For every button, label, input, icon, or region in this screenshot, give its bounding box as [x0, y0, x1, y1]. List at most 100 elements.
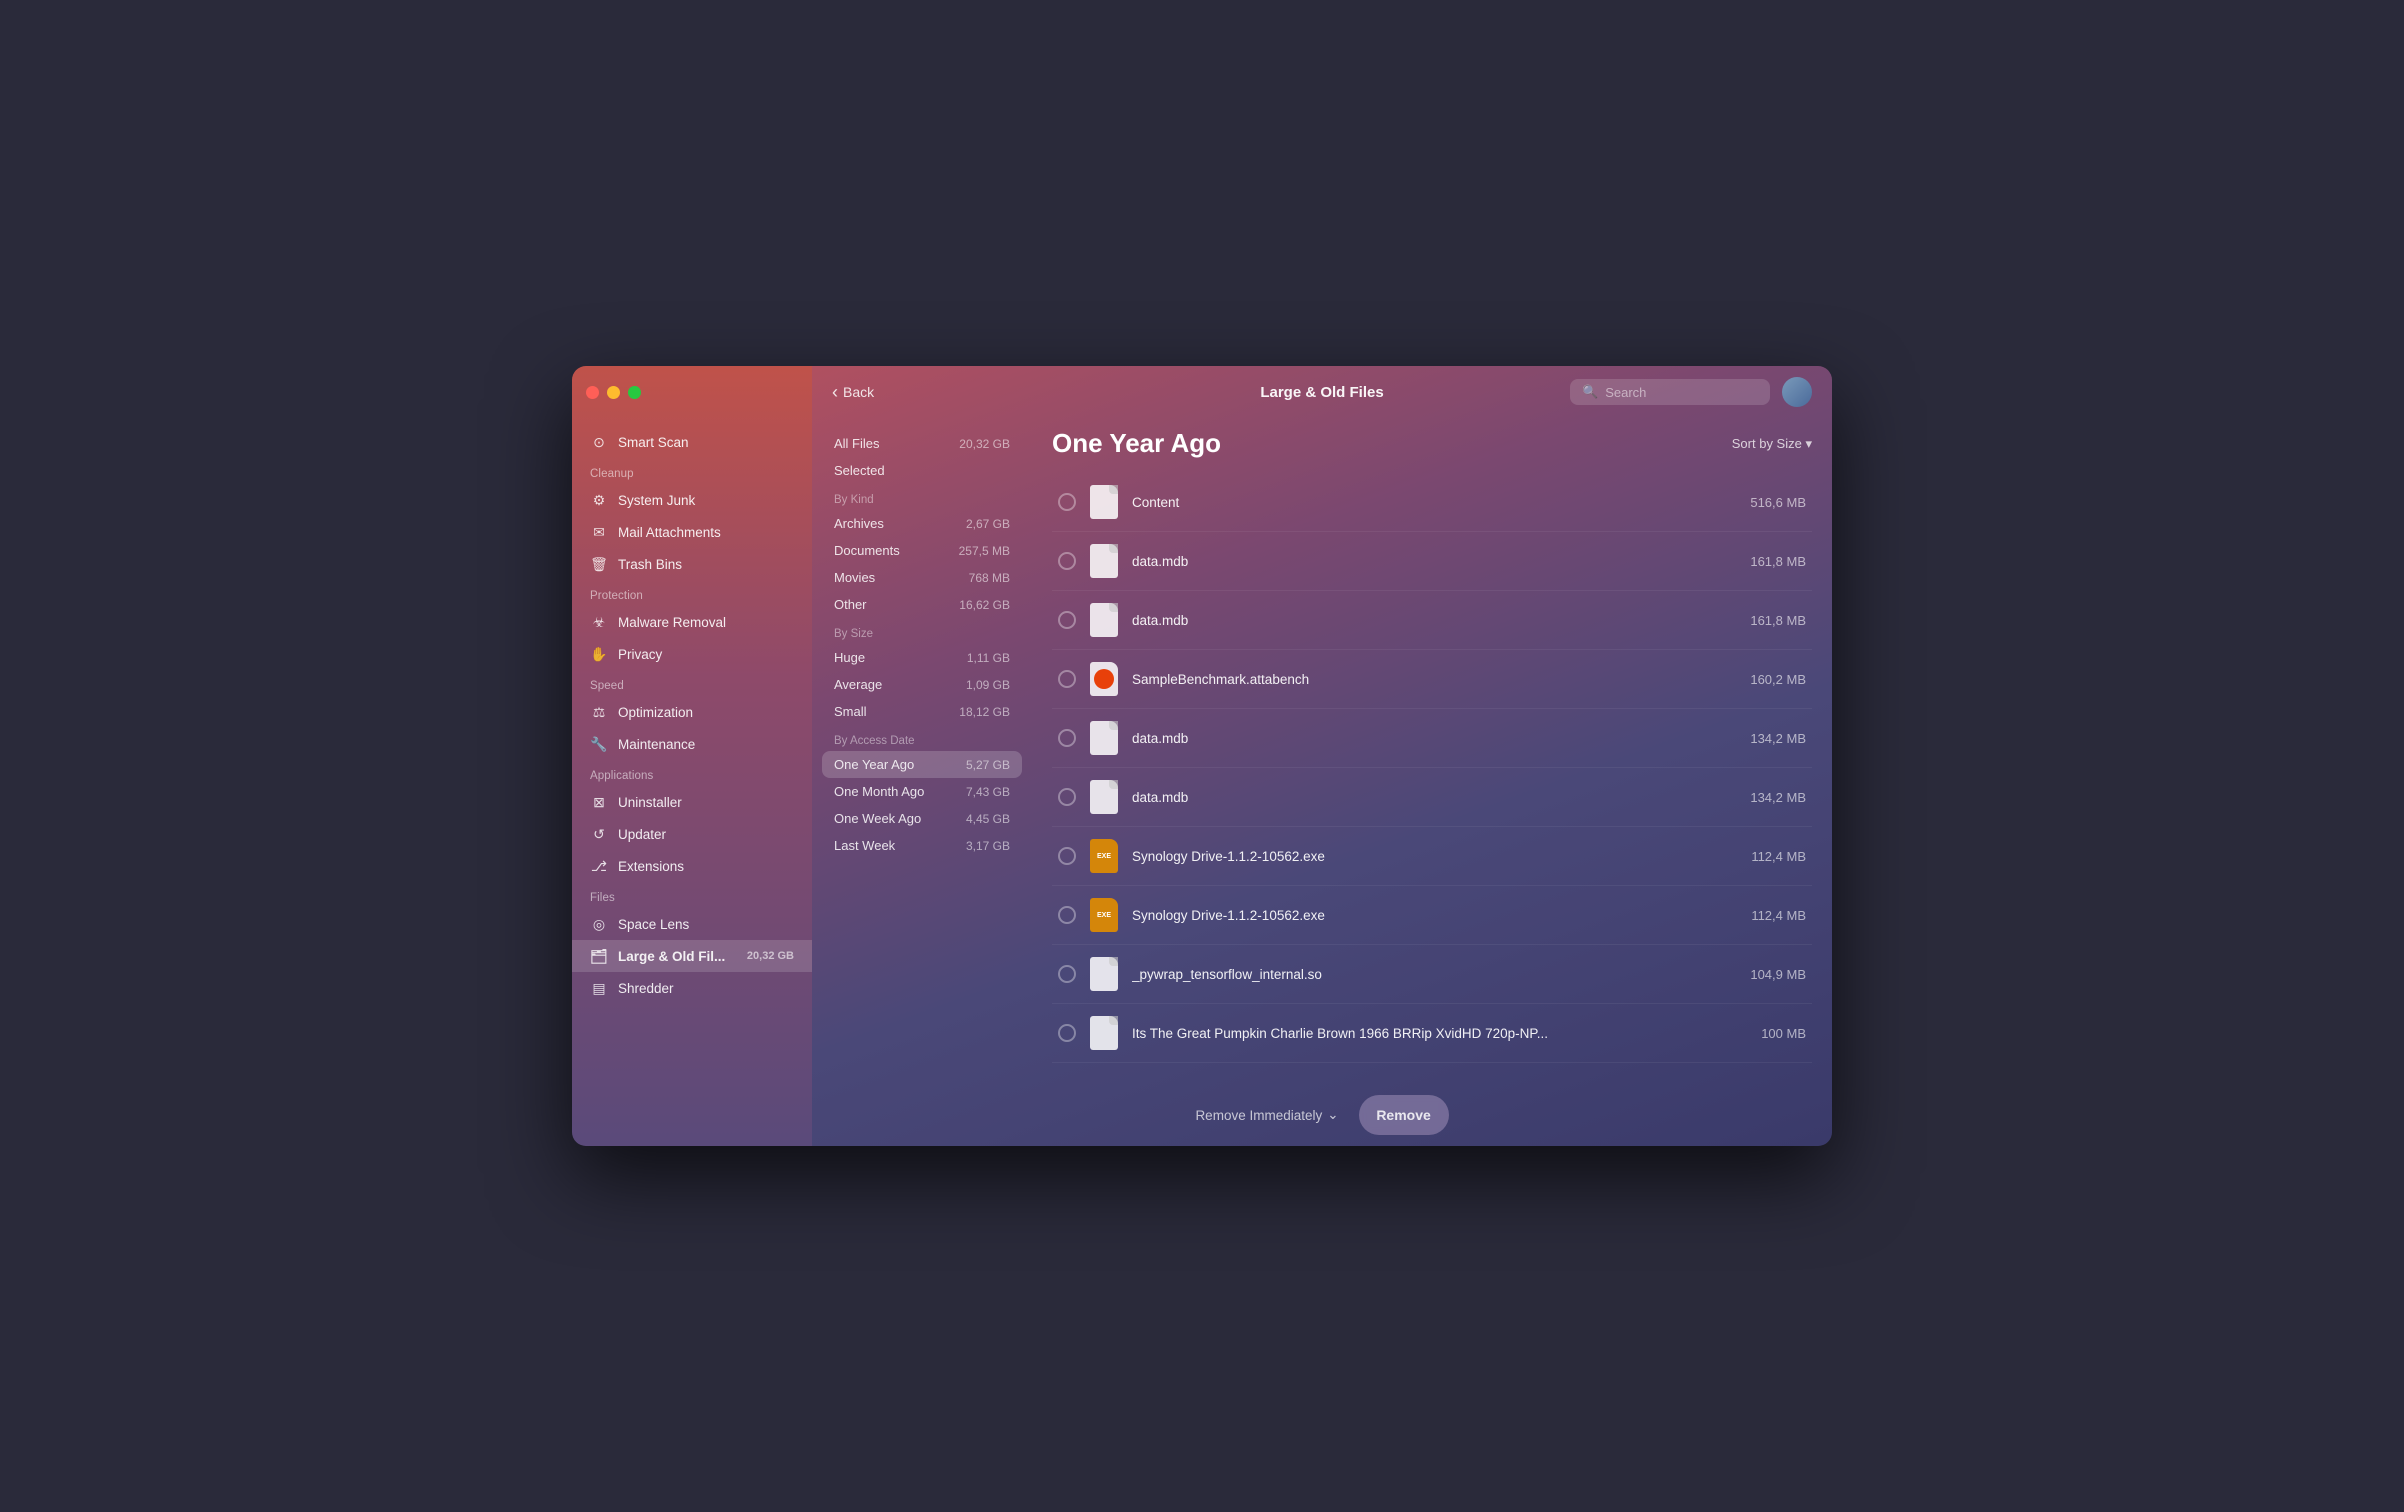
- filter-other[interactable]: Other 16,62 GB: [812, 591, 1032, 618]
- file-name: Its The Great Pumpkin Charlie Brown 1966…: [1132, 1026, 1749, 1041]
- trash-icon: 🗑: [590, 555, 608, 573]
- sidebar-item-mail-attachments[interactable]: ✉ Mail Attachments: [572, 516, 812, 548]
- filter-last-week[interactable]: Last Week 3,17 GB: [812, 832, 1032, 859]
- file-name: data.mdb: [1132, 731, 1738, 746]
- file-icon: [1088, 660, 1120, 698]
- close-button[interactable]: [586, 386, 599, 399]
- filter-size: 3,17 GB: [966, 839, 1010, 853]
- filter-size: 4,45 GB: [966, 812, 1010, 826]
- doc-file-icon: [1090, 1016, 1118, 1050]
- chevron-down-icon: ⌄: [1327, 1107, 1338, 1123]
- table-row[interactable]: data.mdb 161,8 MB: [1052, 532, 1812, 591]
- filter-average[interactable]: Average 1,09 GB: [812, 671, 1032, 698]
- remove-immediately-button[interactable]: Remove Immediately ⌄: [1195, 1107, 1338, 1123]
- sidebar-item-maintenance[interactable]: 🔧 Maintenance: [572, 728, 812, 760]
- table-row[interactable]: Content 516,6 MB: [1052, 473, 1812, 532]
- sidebar-item-system-junk[interactable]: ⚙ System Junk: [572, 484, 812, 516]
- table-row[interactable]: data.mdb 134,2 MB: [1052, 709, 1812, 768]
- file-name: Synology Drive-1.1.2-10562.exe: [1132, 908, 1739, 923]
- filter-label: One Month Ago: [834, 784, 924, 799]
- file-size: 134,2 MB: [1750, 790, 1806, 805]
- sort-button[interactable]: Sort by Size ▾: [1732, 436, 1812, 452]
- filter-one-month-ago[interactable]: One Month Ago 7,43 GB: [812, 778, 1032, 805]
- file-select-radio[interactable]: [1058, 906, 1076, 924]
- table-row[interactable]: EXE Synology Drive-1.1.2-10562.exe 112,4…: [1052, 827, 1812, 886]
- filter-all-files[interactable]: All Files 20,32 GB: [812, 430, 1032, 457]
- sidebar-item-label: Privacy: [618, 647, 662, 662]
- filter-movies[interactable]: Movies 768 MB: [812, 564, 1032, 591]
- applications-section-label: Applications: [572, 760, 812, 786]
- filter-label: Documents: [834, 543, 900, 558]
- filter-selected[interactable]: Selected: [812, 457, 1032, 484]
- file-select-radio[interactable]: [1058, 1024, 1076, 1042]
- file-name: data.mdb: [1132, 554, 1738, 569]
- sidebar-item-label: Large & Old Fil...: [618, 949, 725, 964]
- file-size: 112,4 MB: [1751, 908, 1806, 923]
- shredder-icon: ▤: [590, 979, 608, 997]
- back-button[interactable]: ‹ Back: [832, 382, 874, 403]
- mail-icon: ✉: [590, 523, 608, 541]
- content-area: All Files 20,32 GB Selected By Kind Arch…: [812, 418, 1832, 1084]
- search-input[interactable]: [1605, 385, 1758, 400]
- filter-huge[interactable]: Huge 1,11 GB: [812, 644, 1032, 671]
- sidebar-item-shredder[interactable]: ▤ Shredder: [572, 972, 812, 1004]
- file-icon: [1088, 542, 1120, 580]
- file-select-radio[interactable]: [1058, 729, 1076, 747]
- file-select-radio[interactable]: [1058, 965, 1076, 983]
- minimize-button[interactable]: [607, 386, 620, 399]
- sidebar-item-privacy[interactable]: ✋ Privacy: [572, 638, 812, 670]
- sidebar-item-smart-scan[interactable]: ⊙ Smart Scan: [572, 426, 812, 458]
- large-files-icon: 🗂: [590, 947, 608, 965]
- filter-archives[interactable]: Archives 2,67 GB: [812, 510, 1032, 537]
- table-row[interactable]: Its The Great Pumpkin Charlie Brown 1966…: [1052, 1004, 1812, 1063]
- main-header: ‹ Back Large & Old Files 🔍: [812, 366, 1832, 418]
- table-row[interactable]: SampleBenchmark.attabench 160,2 MB: [1052, 650, 1812, 709]
- file-size: 100 MB: [1761, 1026, 1806, 1041]
- optimization-icon: ⚖: [590, 703, 608, 721]
- table-row[interactable]: data.mdb 134,2 MB: [1052, 768, 1812, 827]
- sidebar-item-label: Malware Removal: [618, 615, 726, 630]
- table-row[interactable]: EXE Synology Drive-1.1.2-10562.exe 112,4…: [1052, 886, 1812, 945]
- file-select-radio[interactable]: [1058, 493, 1076, 511]
- extensions-icon: ⎇: [590, 857, 608, 875]
- user-avatar-button[interactable]: [1782, 377, 1812, 407]
- remove-button[interactable]: Remove: [1359, 1095, 1449, 1135]
- filter-small[interactable]: Small 18,12 GB: [812, 698, 1032, 725]
- exe-file-icon: EXE: [1090, 839, 1118, 873]
- sidebar-item-extensions[interactable]: ⎇ Extensions: [572, 850, 812, 882]
- malware-icon: ☣: [590, 613, 608, 631]
- filter-panel: All Files 20,32 GB Selected By Kind Arch…: [812, 418, 1032, 1084]
- filter-documents[interactable]: Documents 257,5 MB: [812, 537, 1032, 564]
- table-row[interactable]: _pywrap_tensorflow_internal.so 104,9 MB: [1052, 945, 1812, 1004]
- sidebar-item-updater[interactable]: ↺ Updater: [572, 818, 812, 850]
- filter-label: Selected: [834, 463, 885, 478]
- file-name: data.mdb: [1132, 613, 1738, 628]
- filter-label: One Year Ago: [834, 757, 914, 772]
- files-section-label: Files: [572, 882, 812, 908]
- doc-file-icon: [1090, 721, 1118, 755]
- file-select-radio[interactable]: [1058, 611, 1076, 629]
- sidebar-item-trash-bins[interactable]: 🗑 Trash Bins: [572, 548, 812, 580]
- updater-icon: ↺: [590, 825, 608, 843]
- file-size: 161,8 MB: [1750, 613, 1806, 628]
- file-select-radio[interactable]: [1058, 552, 1076, 570]
- maximize-button[interactable]: [628, 386, 641, 399]
- titlebar: [572, 366, 812, 418]
- filter-one-week-ago[interactable]: One Week Ago 4,45 GB: [812, 805, 1032, 832]
- sidebar-item-large-old-files[interactable]: 🗂 Large & Old Fil... 20,32 GB: [572, 940, 812, 972]
- sidebar-item-optimization[interactable]: ⚖ Optimization: [572, 696, 812, 728]
- sidebar-item-label: Optimization: [618, 705, 693, 720]
- search-bar[interactable]: 🔍: [1570, 379, 1770, 405]
- file-size: 134,2 MB: [1750, 731, 1806, 746]
- filter-one-year-ago[interactable]: One Year Ago 5,27 GB: [822, 751, 1022, 778]
- file-select-radio[interactable]: [1058, 788, 1076, 806]
- filter-label: One Week Ago: [834, 811, 921, 826]
- sidebar-item-space-lens[interactable]: ◎ Space Lens: [572, 908, 812, 940]
- file-select-radio[interactable]: [1058, 670, 1076, 688]
- sidebar-item-label: Shredder: [618, 981, 674, 996]
- table-row[interactable]: data.mdb 161,8 MB: [1052, 591, 1812, 650]
- sidebar-item-malware-removal[interactable]: ☣ Malware Removal: [572, 606, 812, 638]
- remove-immediately-label: Remove Immediately: [1195, 1108, 1322, 1123]
- file-select-radio[interactable]: [1058, 847, 1076, 865]
- sidebar-item-uninstaller[interactable]: ⊠ Uninstaller: [572, 786, 812, 818]
